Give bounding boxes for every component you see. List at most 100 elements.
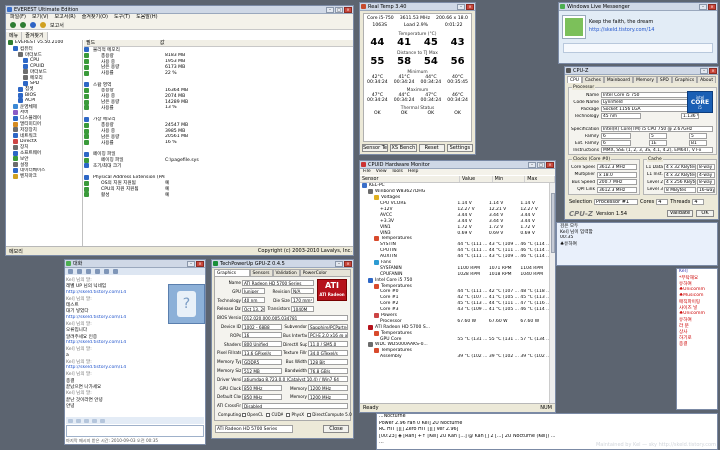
cpuz-titlebar[interactable]: CPU-Z – ×: [565, 67, 718, 75]
minimize-button[interactable]: –: [699, 4, 707, 10]
computing-checkbox[interactable]: OpenCL: [242, 412, 263, 417]
minimize-button[interactable]: –: [457, 4, 465, 10]
sensor-name: Voltages: [381, 195, 401, 201]
messenger-avatar[interactable]: [563, 16, 585, 38]
tab-mainboard[interactable]: Mainboard: [603, 76, 634, 83]
call-icon[interactable]: [95, 269, 100, 274]
everest-titlebar[interactable]: EVEREST Ultimate Edition – □ ×: [6, 6, 353, 14]
messenger-link[interactable]: http://skeld.tistory.com/14: [589, 27, 713, 33]
column-sensor[interactable]: Sensor: [360, 176, 460, 182]
tab-spd[interactable]: SPD: [656, 76, 672, 83]
checkbox-box[interactable]: [307, 412, 312, 417]
checkbox-box[interactable]: [242, 412, 246, 417]
menu-report[interactable]: 보고서(R): [55, 14, 76, 21]
messenger-titlebar[interactable]: Windows Live Messenger – ×: [559, 3, 717, 11]
tab-graphics-card[interactable]: Graphics Card: [214, 269, 250, 283]
close-button[interactable]: ×: [344, 261, 352, 267]
tab-giveaway[interactable]: PowerColor Giveaway: [299, 269, 351, 283]
tab-caches[interactable]: Caches: [581, 76, 604, 83]
menu-view[interactable]: View: [376, 169, 387, 175]
validate-button[interactable]: Validate: [667, 210, 693, 217]
close-button[interactable]: ×: [709, 68, 717, 74]
gpuz-titlebar[interactable]: TechPowerUp GPU-Z 0.4.5 – ×: [212, 260, 353, 268]
sensor-name: KEL-PC: [369, 183, 385, 189]
processor-select[interactable]: Processor #1: [594, 198, 639, 205]
scrollbar-thumb[interactable]: [551, 193, 555, 253]
menu-tools[interactable]: Tools: [392, 169, 403, 175]
video-icon[interactable]: [86, 269, 91, 274]
tree-item[interactable]: 벤치마크: [6, 173, 82, 179]
close-button[interactable]: ×: [546, 162, 554, 168]
gpu-select[interactable]: ATI Radeon HD 5700 Series: [215, 425, 293, 433]
menu-file[interactable]: File: [363, 169, 371, 175]
column-field[interactable]: 필드: [84, 40, 158, 46]
menu-favorites[interactable]: 즐겨찾기(O): [82, 14, 108, 21]
nudge-icon[interactable]: [84, 418, 89, 423]
send-file-icon[interactable]: [77, 269, 82, 274]
font-icon[interactable]: [100, 418, 105, 423]
tab-graphics[interactable]: Graphics: [671, 76, 698, 83]
computing-checkbox[interactable]: CUDA: [266, 412, 283, 417]
tab-validation[interactable]: Validation: [272, 269, 300, 276]
contact-avatar[interactable]: ?: [168, 284, 205, 324]
computing-checkbox[interactable]: DirectCompute 5.0: [307, 412, 352, 417]
maximize-button[interactable]: □: [335, 7, 343, 13]
menu-view[interactable]: 보기(V): [32, 14, 49, 21]
back-icon[interactable]: [10, 22, 16, 28]
chat-message-input[interactable]: [66, 425, 204, 437]
tab-favorites[interactable]: 즐겨찾기: [22, 32, 48, 40]
checkbox-box[interactable]: [286, 412, 291, 417]
refresh-icon[interactable]: [30, 22, 36, 28]
tab-sensors[interactable]: Sensors: [249, 269, 273, 276]
menu-help[interactable]: Help: [408, 169, 418, 175]
vertical-scrollbar[interactable]: [549, 183, 555, 404]
gpuz-close-button[interactable]: Close: [323, 425, 349, 433]
report-button[interactable]: 보고서: [50, 22, 64, 29]
voice-clip-icon[interactable]: [92, 418, 97, 423]
reset-button[interactable]: Reset: [418, 144, 445, 152]
computing-checkbox[interactable]: PhysX: [286, 412, 304, 417]
tab-cpu[interactable]: CPU: [567, 76, 582, 83]
messenger-contact-area[interactable]: [563, 43, 713, 53]
sensor-test-button[interactable]: Sensor Test: [362, 144, 389, 152]
row-icon: [84, 157, 89, 163]
minimize-button[interactable]: –: [187, 261, 195, 267]
realtemp-titlebar[interactable]: Real Temp 3.40 – ×: [360, 3, 475, 11]
close-button[interactable]: ×: [196, 261, 204, 267]
tree-item-label: SPD: [30, 80, 40, 86]
hwmonitor-titlebar[interactable]: CPUID Hardware Monitor – □ ×: [360, 161, 555, 169]
games-icon[interactable]: [104, 269, 109, 274]
report-icon[interactable]: [40, 22, 46, 28]
ok-button[interactable]: OK: [696, 210, 714, 217]
maximize-button[interactable]: □: [537, 162, 545, 168]
menu-help[interactable]: 도움말(H): [136, 14, 157, 21]
column-max[interactable]: Max: [525, 176, 555, 182]
messenger-status[interactable]: Keep the faith, the dream: [589, 19, 713, 25]
forward-icon[interactable]: [20, 22, 26, 28]
checkbox-box[interactable]: [266, 412, 271, 417]
minimize-button[interactable]: –: [528, 162, 536, 168]
column-min[interactable]: Min: [493, 176, 526, 182]
sensor-row[interactable]: Assembly 39 °C (102 ... 39 °C (102 ... 39 °…: [360, 354, 549, 360]
minimize-button[interactable]: –: [326, 7, 334, 13]
settings-button[interactable]: Settings: [446, 144, 473, 152]
wink-icon[interactable]: [76, 418, 81, 423]
minimize-button[interactable]: –: [335, 261, 343, 267]
emoticon-icon[interactable]: [68, 418, 73, 423]
invite-icon[interactable]: [68, 269, 73, 274]
activities-icon[interactable]: [113, 269, 118, 274]
menu-tools[interactable]: 도구(T): [114, 14, 130, 21]
minimize-button[interactable]: –: [700, 68, 708, 74]
column-value[interactable]: Value: [460, 176, 493, 182]
close-button[interactable]: ×: [344, 7, 352, 13]
close-button[interactable]: ×: [708, 4, 716, 10]
column-value[interactable]: 값: [158, 40, 232, 46]
close-button[interactable]: ×: [466, 4, 474, 10]
menu-file[interactable]: 파일(F): [10, 14, 26, 21]
tab-memory[interactable]: Memory: [633, 76, 657, 83]
chat-titlebar[interactable]: 대화 – ×: [65, 260, 205, 268]
xs-bench-button[interactable]: XS Bench: [390, 144, 417, 152]
tab-menu[interactable]: 메뉴: [6, 32, 23, 40]
table-row[interactable]: 활성 예: [84, 192, 353, 198]
tab-about[interactable]: About: [697, 76, 717, 83]
